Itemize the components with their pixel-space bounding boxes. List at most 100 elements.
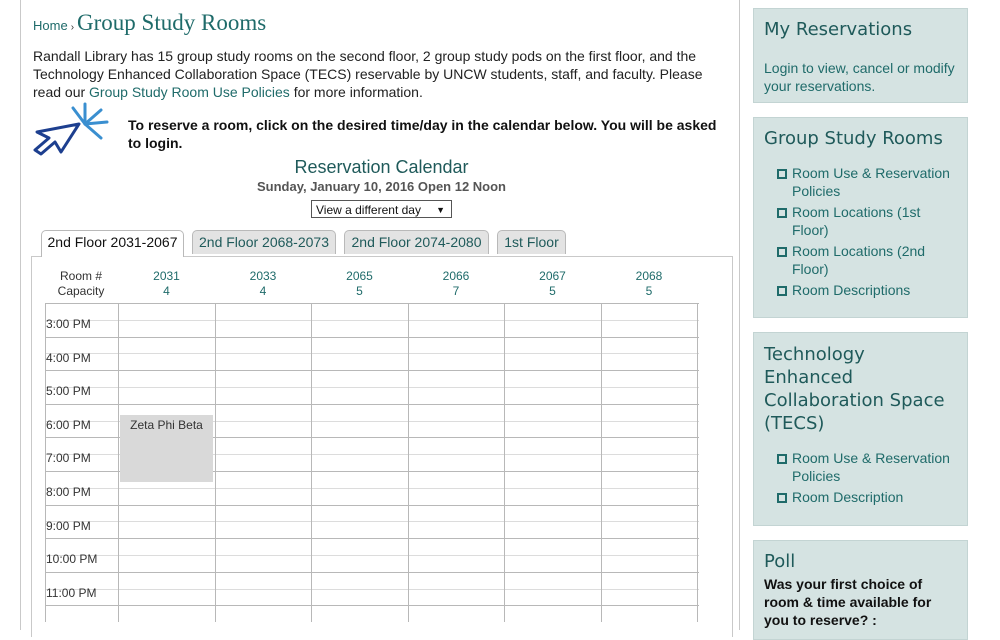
time-slot-2065[interactable] — [313, 549, 407, 583]
time-slot-2068[interactable] — [603, 482, 697, 516]
time-slot-2066[interactable] — [410, 549, 504, 583]
group-study-rooms-box: Group Study Rooms Room Use & Reservation… — [753, 117, 968, 318]
login-to-view-link[interactable]: Login to view, cancel or modify your res… — [764, 59, 964, 95]
time-slot-2067[interactable] — [506, 448, 600, 482]
square-bullet-icon — [777, 493, 787, 503]
time-slot-2033[interactable] — [217, 516, 311, 550]
time-slot-2067[interactable] — [506, 314, 600, 348]
time-slot-2067[interactable] — [506, 549, 600, 583]
time-slot-2066[interactable] — [410, 482, 504, 516]
time-slot-2065[interactable] — [313, 448, 407, 482]
room-header-2067[interactable]: 2067 5 — [506, 269, 599, 299]
time-slot-2065[interactable] — [313, 314, 407, 348]
calendar-title: Reservation Calendar — [294, 157, 469, 177]
time-slot-2033[interactable] — [217, 583, 311, 617]
time-slot-2067[interactable] — [506, 583, 600, 617]
time-slot-2031[interactable] — [120, 482, 214, 516]
time-slot-2065[interactable] — [313, 348, 407, 382]
time-slot-2031[interactable] — [120, 314, 214, 348]
time-label: 10:00 PM — [46, 552, 98, 567]
time-slot-2067[interactable] — [506, 348, 600, 382]
time-slot-2031[interactable] — [120, 549, 214, 583]
time-slot-2033[interactable] — [217, 448, 311, 482]
grid-column-divider — [118, 303, 119, 623]
time-label: 9:00 PM — [46, 518, 91, 533]
use-policies-link[interactable]: Group Study Room Use Policies — [89, 84, 290, 100]
time-slot-2068[interactable] — [603, 549, 697, 583]
time-slot-2065[interactable] — [313, 415, 407, 449]
room-number: 2066 — [442, 269, 470, 283]
room-number: 2065 — [346, 269, 373, 283]
room-header-2033[interactable]: 2033 4 — [217, 269, 310, 299]
time-slot-2033[interactable] — [217, 549, 311, 583]
square-bullet-icon — [777, 247, 787, 257]
time-slot-2068[interactable] — [603, 415, 697, 449]
breadcrumb-home-link[interactable]: Home — [33, 18, 68, 33]
capacity-label: Capacity — [57, 284, 105, 298]
time-slot-2066[interactable] — [410, 583, 504, 617]
day-select-label: View a different day — [316, 203, 421, 217]
room-capacity: 4 — [259, 284, 267, 298]
tab-2nd-floor-2031-2067[interactable]: 2nd Floor 2031-2067 — [41, 230, 184, 257]
time-slot-2031[interactable] — [120, 348, 214, 382]
time-slot-2068[interactable] — [603, 381, 697, 415]
room-header-2066[interactable]: 2066 7 — [410, 269, 503, 299]
time-slot-2066[interactable] — [410, 314, 504, 348]
square-bullet-icon — [777, 454, 787, 464]
time-label: 6:00 PM — [46, 417, 91, 432]
time-slot-2065[interactable] — [313, 516, 407, 550]
time-slot-2033[interactable] — [217, 314, 311, 348]
time-slot-2031[interactable] — [120, 381, 214, 415]
time-slot-2033[interactable] — [217, 381, 311, 415]
time-slot-2065[interactable] — [313, 381, 407, 415]
time-slot-2066[interactable] — [410, 448, 504, 482]
time-label: 11:00 PM — [46, 585, 97, 600]
time-slot-2033[interactable] — [217, 482, 311, 516]
time-slot-2065[interactable] — [313, 482, 407, 516]
time-slot-2068[interactable] — [603, 583, 697, 617]
dropdown-arrow-icon: ▼ — [436, 205, 445, 215]
view-different-day-select[interactable]: View a different day ▼ — [311, 200, 452, 218]
breadcrumb: Home › Group Study Rooms — [33, 10, 266, 36]
time-slot-2067[interactable] — [506, 516, 600, 550]
room-capacity: 7 — [452, 284, 460, 298]
link-room-use-policies[interactable]: Room Use & Reservation Policies — [774, 164, 954, 200]
room-capacity: 5 — [645, 284, 653, 298]
tab-2nd-floor-2068-2073[interactable]: 2nd Floor 2068-2073 — [192, 230, 336, 254]
tab-1st-floor[interactable]: 1st Floor — [497, 230, 566, 254]
time-slot-2065[interactable] — [313, 583, 407, 617]
time-slot-2067[interactable] — [506, 482, 600, 516]
reserve-instructions: To reserve a room, click on the desired … — [128, 117, 717, 151]
time-slot-2066[interactable] — [410, 381, 504, 415]
link-room-locations-2nd[interactable]: Room Locations (2nd Floor) — [774, 242, 954, 278]
grid-column-divider — [407, 303, 409, 623]
time-slot-2068[interactable] — [603, 314, 697, 348]
time-slot-2068[interactable] — [603, 448, 697, 482]
tab-2nd-floor-2074-2080[interactable]: 2nd Floor 2074-2080 — [344, 230, 489, 254]
time-slot-2068[interactable] — [603, 348, 697, 382]
time-slot-2033[interactable] — [217, 348, 311, 382]
tecs-box: Technology Enhanced Collaboration Space … — [753, 332, 968, 526]
time-slot-2066[interactable] — [410, 516, 504, 550]
time-slot-2033[interactable] — [217, 415, 311, 449]
room-header-2031[interactable]: 2031 4 — [120, 269, 213, 299]
link-room-locations-1st[interactable]: Room Locations (1st Floor) — [774, 203, 954, 239]
room-header-2068[interactable]: 2068 5 — [603, 269, 696, 299]
room-header-2065[interactable]: 2065 5 — [313, 269, 406, 299]
calendar-date: Sunday, January 10, 2016 Open 12 Noon — [256, 179, 507, 194]
time-slot-2066[interactable] — [410, 348, 504, 382]
time-label: 7:00 PM — [46, 451, 91, 466]
time-slot-2031[interactable] — [120, 583, 214, 617]
time-slot-2066[interactable] — [410, 415, 504, 449]
time-slot-2068[interactable] — [603, 516, 697, 550]
grid-column-divider — [697, 303, 698, 623]
link-tecs-policies[interactable]: Room Use & Reservation Policies — [774, 449, 954, 485]
time-slot-2067[interactable] — [506, 415, 600, 449]
time-slot-2031[interactable] — [120, 516, 214, 550]
calendar-grid: Room # Capacity 2031 4 2033 4 2065 5 2066 7 2067… — [31, 256, 733, 637]
link-room-descriptions[interactable]: Room Descriptions — [774, 281, 954, 299]
link-tecs-description[interactable]: Room Description — [774, 488, 954, 506]
time-slot-2067[interactable] — [506, 381, 600, 415]
room-header-labels: Room # Capacity — [45, 269, 117, 299]
intro-text-end: for more information. — [289, 84, 423, 100]
